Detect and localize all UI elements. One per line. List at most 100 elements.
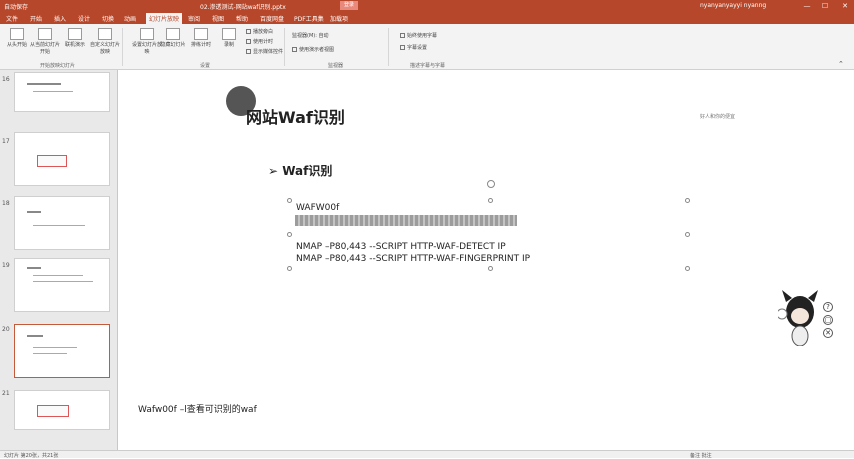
tab-home[interactable]: 开始 [30, 14, 42, 23]
checkbox-icon [292, 47, 297, 52]
autosave-toggle[interactable]: 自动保存 [4, 2, 28, 11]
resize-handle[interactable] [685, 198, 690, 203]
minimize-button[interactable]: — [798, 0, 816, 12]
thumb-line [33, 275, 83, 276]
status-bar: 幻灯片 第20张，共21张 备注 批注 [0, 450, 854, 459]
selection-highlight [295, 215, 517, 226]
title-bar: 自动保存 02.渗透测试-网站waf识别.pptx 登录 nyanyanyayy… [0, 0, 854, 12]
custom-show-button[interactable]: 自定义幻灯片放映 [90, 26, 120, 55]
thumb-line [33, 353, 67, 354]
from-beginning-button[interactable]: 从头开始 [2, 26, 32, 48]
checkbox-icon [246, 39, 251, 44]
collapse-ribbon-icon[interactable]: ⌃ [838, 60, 844, 68]
online-present-button[interactable]: 联机演示 [60, 26, 90, 48]
record-button[interactable]: 录制 [214, 26, 244, 48]
command-line[interactable]: NMAP –P80,443 --SCRIPT HTTP-WAF-DETECT I… [296, 242, 506, 252]
checkbox-icon [246, 29, 251, 34]
resize-handle[interactable] [287, 266, 292, 271]
slide-thumbnail[interactable] [14, 390, 110, 430]
help-icon[interactable]: ? [823, 302, 833, 312]
resize-handle[interactable] [287, 198, 292, 203]
timer-icon [194, 28, 208, 40]
corner-note: 好人和你的便宜 [700, 114, 736, 120]
rehearse-button[interactable]: 排练计时 [186, 26, 216, 48]
slide-thumbnail[interactable] [14, 258, 110, 312]
divider [284, 28, 285, 66]
tab-design[interactable]: 设计 [78, 14, 90, 23]
thumb-line [27, 335, 43, 337]
thumb-line [33, 281, 93, 282]
tab-help[interactable]: 帮助 [236, 14, 248, 23]
slide-thumbnail[interactable] [14, 196, 110, 250]
tab-review[interactable]: 审阅 [188, 14, 200, 23]
thumb-image [37, 155, 67, 167]
slide-thumbnail-selected[interactable] [14, 324, 110, 378]
mascot-character[interactable] [778, 290, 822, 346]
ribbon: 从头开始 从当前幻灯片开始 联机演示 自定义幻灯片放映 设置幻灯片放映 隐藏幻灯… [0, 24, 854, 70]
thumb-line [27, 211, 41, 213]
setup-icon [140, 28, 154, 40]
use-timings-check[interactable]: 使用计时 [246, 38, 273, 45]
resize-handle[interactable] [685, 232, 690, 237]
divider [388, 28, 389, 66]
user-name[interactable]: nyanyanyayyi nyanng [700, 2, 766, 9]
record-icon [222, 28, 236, 40]
divider [122, 28, 123, 66]
play-icon [10, 28, 24, 40]
tab-transitions[interactable]: 切换 [102, 14, 114, 23]
media-controls-check[interactable]: 显示媒体控件 [246, 48, 283, 55]
slide-thumbnail[interactable] [14, 132, 110, 186]
document-title: 02.渗透测试-网站waf识别.pptx [200, 4, 286, 11]
slide-number: 16 [2, 76, 10, 83]
slide-thumbnail-pane[interactable]: 16 17 18 19 20 21 [0, 70, 118, 450]
rotate-handle[interactable] [487, 180, 495, 188]
presenter-view-check[interactable]: 使用演示者视图 [292, 46, 334, 53]
hide-slide-button[interactable]: 隐藏幻灯片 [158, 26, 188, 48]
thumb-line [27, 267, 41, 269]
tab-addins[interactable]: 加载项 [330, 14, 348, 23]
group-label-monitor: 监视器 [328, 63, 344, 69]
login-badge[interactable]: 登录 [340, 1, 359, 10]
checkbox-icon [400, 33, 405, 38]
tab-file[interactable]: 文件 [6, 14, 18, 23]
slide-number: 17 [2, 138, 10, 145]
slide-number: 20 [2, 326, 10, 333]
play-current-icon [38, 28, 52, 40]
arrow-bullet-icon: ➢ [268, 164, 283, 178]
thumb-line [33, 91, 73, 92]
thumb-line [27, 83, 61, 85]
close-icon[interactable]: ✕ [823, 328, 833, 338]
tab-baidu[interactable]: 百度网盘 [260, 14, 284, 23]
thumb-image [37, 405, 69, 417]
thumb-line [33, 347, 77, 348]
group-label-captions: 描述字幕与字幕 [410, 63, 446, 69]
settings-icon [400, 45, 405, 50]
from-current-button[interactable]: 从当前幻灯片开始 [30, 26, 60, 55]
tab-view[interactable]: 视图 [212, 14, 224, 23]
always-subtitles-check[interactable]: 始终使用字幕 [400, 32, 437, 39]
resize-handle[interactable] [488, 266, 493, 271]
restore-icon[interactable]: ▢ [823, 315, 833, 325]
thumb-line [33, 225, 85, 226]
slide-thumbnail[interactable] [14, 72, 110, 112]
play-narration-check[interactable]: 播放旁白 [246, 28, 273, 35]
tab-insert[interactable]: 插入 [54, 14, 66, 23]
ribbon-tabs: 文件 开始 插入 设计 切换 动画 幻灯片放映 审阅 视图 帮助 百度网盘 PD… [0, 12, 854, 24]
resize-handle[interactable] [685, 266, 690, 271]
checkbox-icon [246, 49, 251, 54]
close-button[interactable]: ✕ [836, 0, 854, 12]
command-line[interactable]: NMAP –P80,443 --SCRIPT HTTP-WAF-FINGERPR… [296, 254, 530, 264]
tab-animations[interactable]: 动画 [124, 14, 136, 23]
bullet-title[interactable]: ➢ Waf识别 [268, 162, 332, 179]
tab-pdf[interactable]: PDF工具集 [294, 14, 324, 23]
monitor-select[interactable]: 监视器(M): 自动 [292, 32, 329, 39]
text-line[interactable]: WAFW00f [296, 203, 339, 213]
slide-heading[interactable]: 网站Waf识别 [246, 104, 345, 128]
resize-handle[interactable] [488, 198, 493, 203]
resize-handle[interactable] [287, 232, 292, 237]
maximize-button[interactable]: ☐ [816, 0, 834, 12]
group-label-setup: 设置 [200, 63, 211, 69]
tab-slideshow[interactable]: 幻灯片放映 [146, 13, 183, 24]
subtitle-settings-button[interactable]: 字幕设置 [400, 44, 427, 51]
bottom-note[interactable]: Wafw00f –l查看可识别的waf [138, 402, 257, 415]
